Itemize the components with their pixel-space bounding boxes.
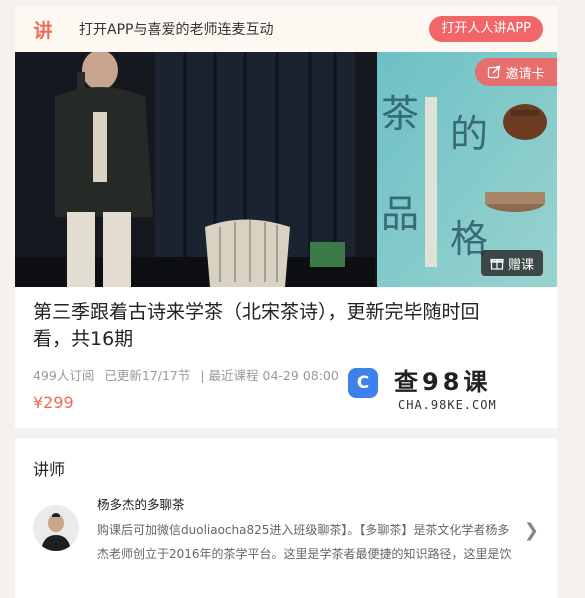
- gift-course-button[interactable]: 赠课: [481, 250, 543, 276]
- open-app-button[interactable]: 打开人人讲APP: [429, 16, 543, 42]
- watermark: C 查98课 CHA.98KE.COM: [348, 362, 508, 418]
- avatar-image: [33, 505, 79, 551]
- course-title: 第三季跟着古诗来学茶（北宋茶诗），更新完毕随时回看，共16期: [33, 301, 480, 350]
- invite-card-button[interactable]: 邀请卡: [475, 58, 557, 86]
- course-cover: 茶 品 的 格 邀请卡 赠课: [15, 52, 557, 287]
- svg-text:茶: 茶: [381, 92, 419, 136]
- teacher-avatar[interactable]: [33, 505, 79, 551]
- svg-text:品: 品: [381, 192, 419, 236]
- teacher-name[interactable]: 杨多杰的多聊茶: [97, 494, 185, 513]
- gift-icon: [490, 258, 504, 270]
- latest-lesson: | 最近课程 04-29 08:00: [200, 368, 339, 383]
- teacher-section-title: 讲师: [33, 460, 66, 479]
- course-meta: 499人订阅 已更新17/17节 | 最近课程 04-29 08:00: [33, 365, 345, 384]
- update-progress: 已更新17/17节: [104, 368, 191, 383]
- course-price: ¥299: [33, 393, 74, 412]
- chevron-right-icon[interactable]: ❯: [524, 520, 539, 541]
- watermark-domain: CHA.98KE.COM: [398, 398, 497, 412]
- svg-text:的: 的: [450, 112, 488, 156]
- watermark-name: 查98课: [394, 368, 492, 396]
- page: 讲 打开APP与喜爱的老师连麦互动 打开人人讲APP 茶 品 的 格 邀请卡 赠…: [0, 0, 585, 598]
- share-edit-icon: [488, 65, 501, 79]
- teacher-description: 购课后可加微信duoliaocha825进入班级聊茶】。【多聊茶】是茶文化学者杨…: [97, 523, 512, 561]
- cover-image: 茶 品 的 格: [15, 52, 557, 287]
- gift-course-label: 赠课: [507, 257, 534, 273]
- subscriber-count: 499人订阅: [33, 368, 95, 383]
- app-logo-icon: 讲: [33, 19, 53, 42]
- invite-card-label: 邀请卡: [505, 66, 545, 82]
- watermark-logo-icon: C: [348, 368, 378, 398]
- app-banner[interactable]: 讲 打开APP与喜爱的老师连麦互动 打开人人讲APP: [15, 6, 557, 52]
- teacher-section: 讲师 杨多杰的多聊茶 购课后可加微信duoliaocha825进入班级聊茶】。【…: [15, 438, 557, 598]
- banner-text: 打开APP与喜爱的老师连麦互动: [79, 22, 274, 38]
